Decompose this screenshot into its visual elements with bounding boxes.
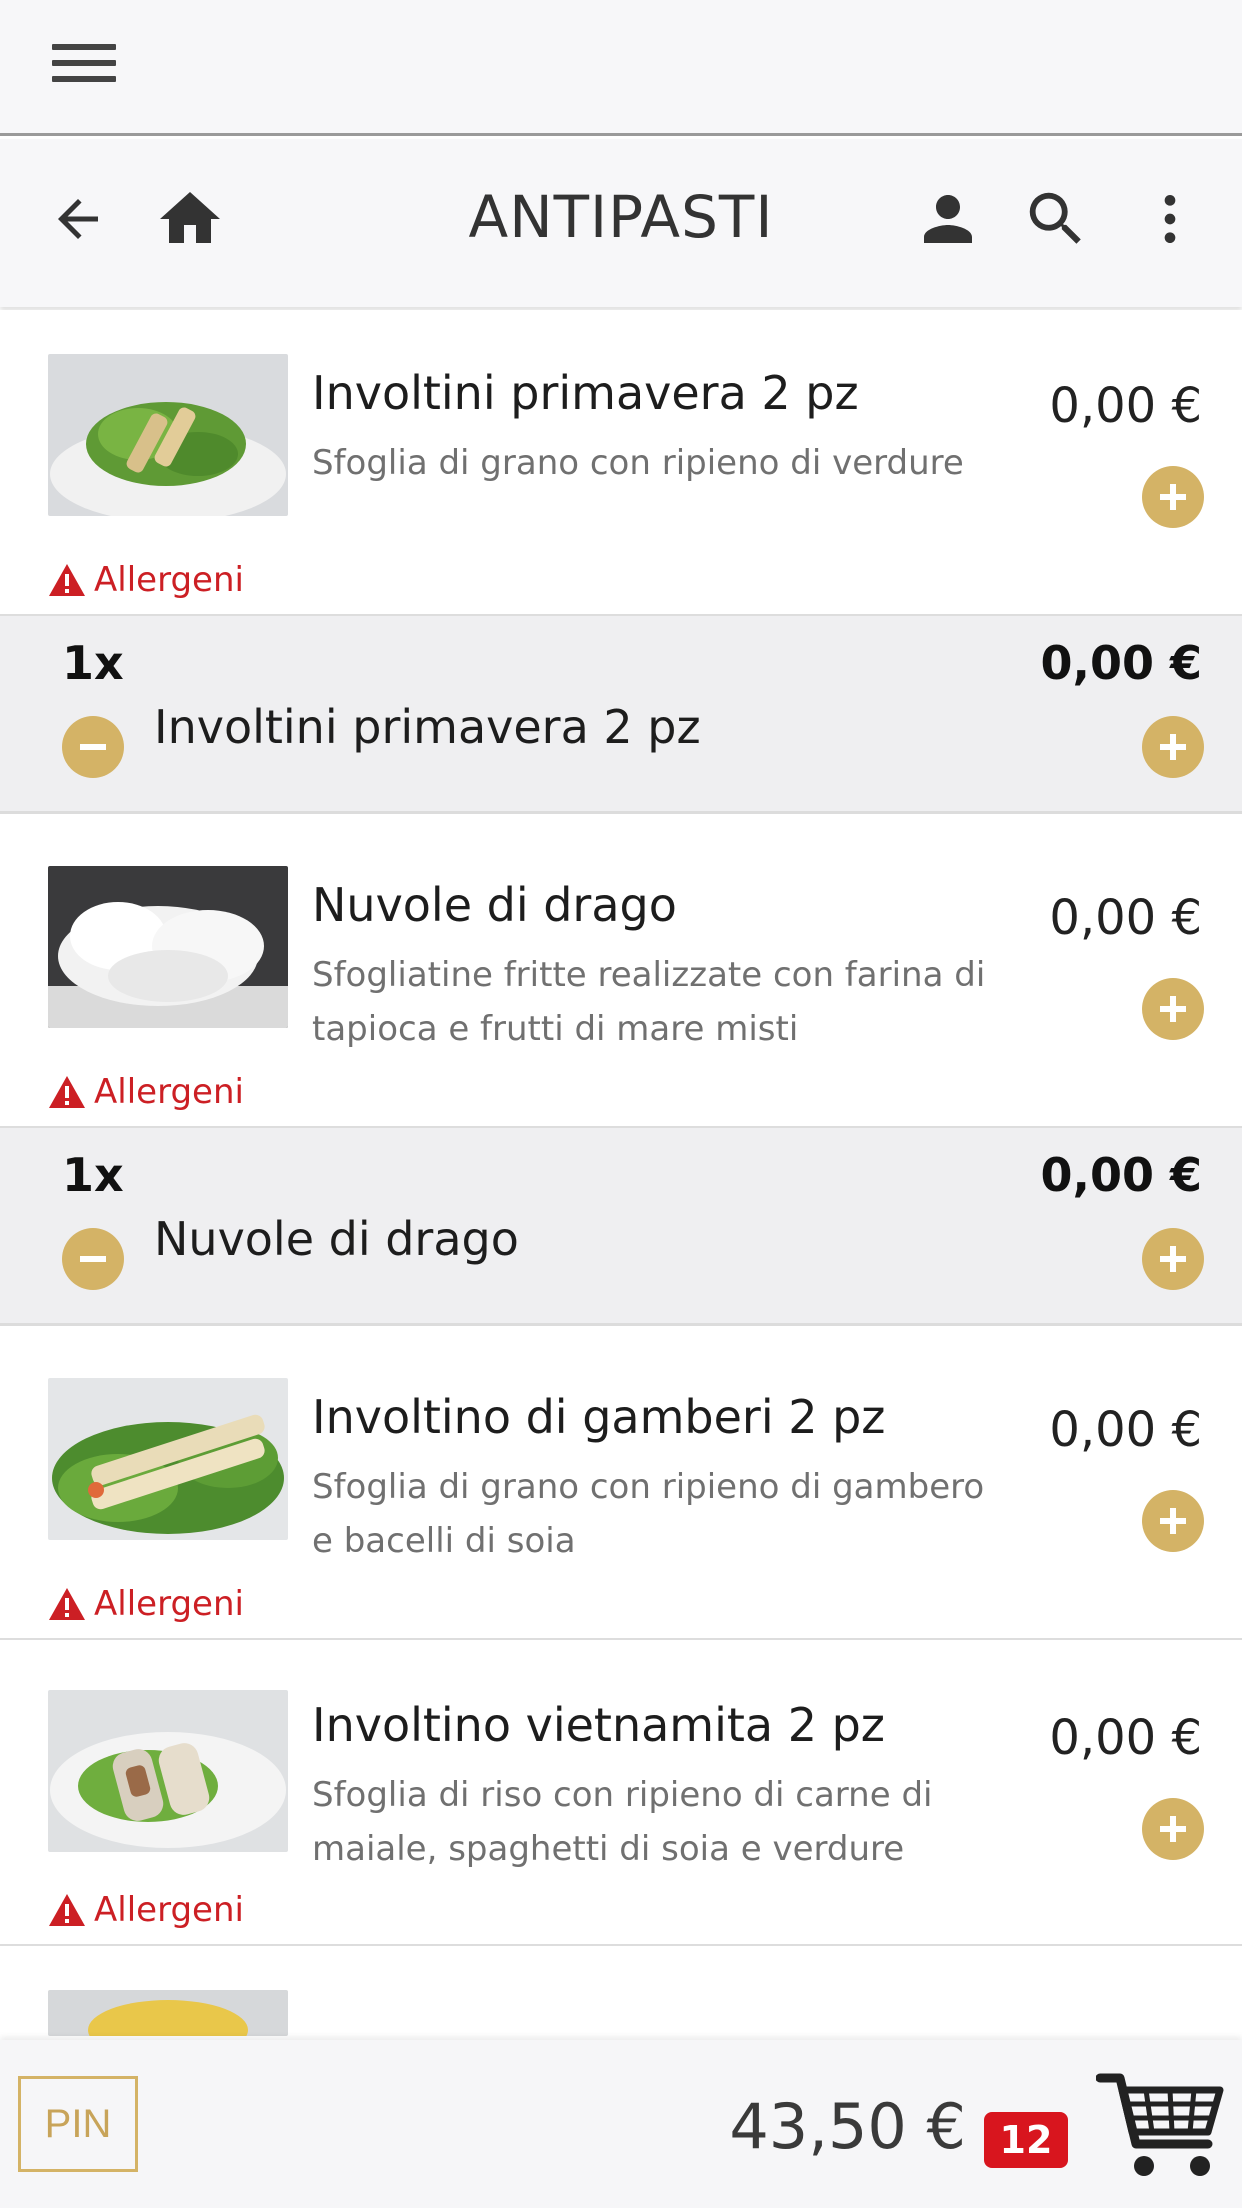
item-image-vietnamese-rolls — [48, 1690, 288, 1852]
order-footer: PIN 43,50 € 12 — [0, 2040, 1242, 2208]
cart-line-name: Nuvole di drago — [154, 1212, 519, 1266]
menu-item[interactable]: Involtino di gamberi 2 pz Sfoglia di gra… — [0, 1326, 1242, 1640]
menu-item-partial[interactable] — [0, 1946, 1242, 2036]
warning-icon — [49, 1076, 85, 1108]
plus-icon — [1160, 1816, 1186, 1842]
increase-quantity-button[interactable] — [1142, 1228, 1204, 1290]
item-name: Nuvole di drago — [312, 878, 677, 932]
top-bar — [0, 0, 1242, 136]
plus-icon — [1160, 734, 1186, 760]
allergen-link[interactable]: Allergeni — [48, 1890, 244, 1930]
item-image-prawn-crackers — [48, 866, 288, 1028]
menu-item[interactable]: Involtino vietnamita 2 pz Sfoglia di ris… — [0, 1640, 1242, 1946]
item-name: Involtino vietnamita 2 pz — [312, 1698, 885, 1752]
allergen-link[interactable]: Allergeni — [48, 560, 244, 600]
hamburger-menu-icon[interactable] — [52, 44, 116, 88]
item-price: 0,00 € — [1049, 890, 1202, 946]
cart-line: 1x 0,00 € Nuvole di drago — [0, 1128, 1242, 1326]
allergen-link[interactable]: Allergeni — [48, 1584, 244, 1624]
allergen-label: Allergeni — [94, 1072, 244, 1112]
menu-item[interactable]: Nuvole di drago Sfogliatine fritte reali… — [0, 814, 1242, 1128]
plus-icon — [1160, 484, 1186, 510]
item-description: Sfogliatine fritte realizzate con farina… — [312, 955, 986, 1049]
allergen-link[interactable]: Allergeni — [48, 1072, 244, 1112]
user-icon[interactable] — [908, 179, 988, 259]
item-name: Involtino di gamberi 2 pz — [312, 1390, 886, 1444]
order-total: 43,50 € — [729, 2090, 966, 2163]
plus-icon — [1160, 1508, 1186, 1534]
allergen-label: Allergeni — [94, 1584, 244, 1624]
cart-line: 1x 0,00 € Involtini primavera 2 pz — [0, 616, 1242, 814]
decrease-quantity-button[interactable] — [62, 716, 124, 778]
add-item-button[interactable] — [1140, 926, 1204, 1040]
allergen-label: Allergeni — [94, 560, 244, 600]
add-item-button[interactable] — [1142, 466, 1204, 528]
warning-icon — [49, 1588, 85, 1620]
cart-line-quantity: 1x — [62, 636, 124, 690]
cart-count-badge: 12 — [984, 2112, 1068, 2168]
item-description: Sfoglia di grano con ripieno di verdure — [312, 443, 964, 483]
plus-icon — [1160, 996, 1186, 1022]
add-item-button[interactable] — [1142, 1798, 1204, 1860]
item-image-spring-rolls — [48, 354, 288, 516]
item-description: Sfoglia di grano con ripieno di gambero … — [312, 1467, 985, 1561]
allergen-label: Allergeni — [94, 1890, 244, 1930]
more-vert-icon[interactable] — [1130, 179, 1210, 259]
add-item-button[interactable] — [1142, 1490, 1204, 1552]
item-price: 0,00 € — [1049, 1402, 1202, 1458]
cart-line-price: 0,00 € — [1040, 1148, 1202, 1202]
category-nav-bar: ANTIPASTI — [0, 139, 1242, 307]
warning-icon — [49, 1894, 85, 1926]
pin-button[interactable]: PIN — [18, 2076, 138, 2172]
item-description: Sfoglia di riso con ripieno di carne di … — [312, 1775, 933, 1869]
search-icon[interactable] — [1016, 179, 1096, 259]
item-price: 0,00 € — [1049, 378, 1202, 434]
shopping-cart-icon[interactable] — [1095, 2070, 1226, 2182]
decrease-quantity-button[interactable] — [62, 1228, 124, 1290]
menu-item-list: Involtini primavera 2 pz Sfoglia di gran… — [0, 310, 1242, 2036]
cart-line-name: Involtini primavera 2 pz — [154, 700, 701, 754]
increase-quantity-button[interactable] — [1142, 716, 1204, 778]
plus-icon — [1160, 1246, 1186, 1272]
cart-line-quantity: 1x — [62, 1148, 124, 1202]
menu-item[interactable]: Involtini primavera 2 pz Sfoglia di gran… — [0, 310, 1242, 616]
minus-icon — [80, 1256, 106, 1262]
cart-line-price: 0,00 € — [1040, 636, 1202, 690]
item-price: 0,00 € — [1049, 1710, 1202, 1766]
item-image-partial — [48, 1990, 288, 2036]
warning-icon — [49, 564, 85, 596]
item-name: Involtini primavera 2 pz — [312, 366, 859, 420]
item-image-shrimp-rolls — [48, 1378, 288, 1540]
minus-icon — [80, 744, 106, 750]
